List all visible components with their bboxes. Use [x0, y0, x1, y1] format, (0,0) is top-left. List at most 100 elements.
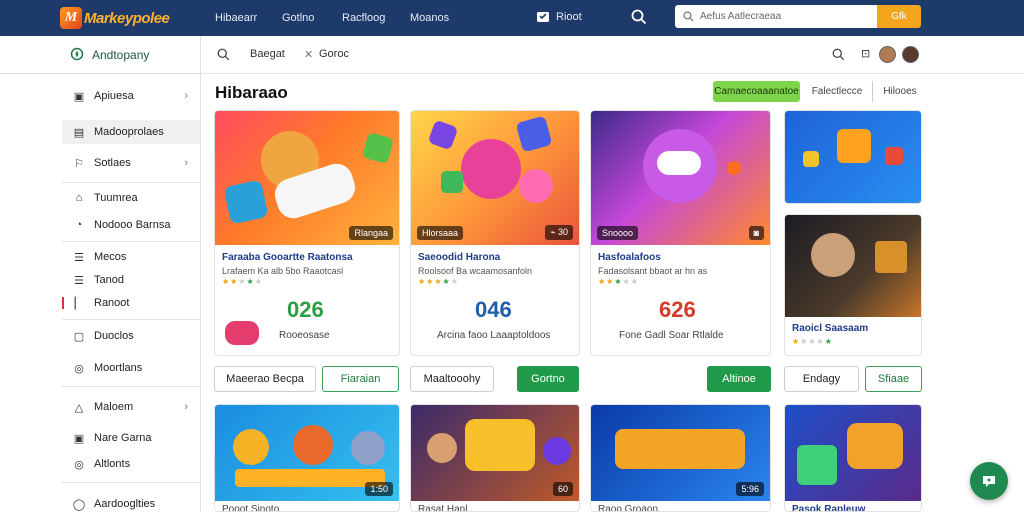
topnav-item-2[interactable]: Gotlno — [282, 12, 314, 24]
action-button-4[interactable]: Gortno — [517, 366, 579, 392]
sidebar-item-label: Altlonts — [94, 458, 131, 470]
product-thumbnail[interactable] — [785, 111, 921, 203]
sidebar-item-12[interactable]: ▣ Nare Garna — [62, 426, 200, 450]
cube-image — [885, 147, 903, 165]
action-button-7[interactable]: Sfiaae — [865, 366, 922, 392]
product-card[interactable]: 60 Rasat Hanl — [410, 404, 580, 512]
card-title[interactable]: Raoo Groaon — [598, 504, 658, 511]
game-logo-image — [847, 423, 903, 469]
filter-primary-button[interactable]: Camaecoaaanatoe — [713, 81, 800, 102]
topnav-item-1[interactable]: Hibaearr — [215, 12, 257, 24]
product-thumbnail[interactable] — [785, 405, 921, 501]
topnav-item-4[interactable]: Moanos — [410, 12, 449, 24]
product-card[interactable]: Pasok Rapleuw — [784, 404, 922, 512]
product-thumbnail[interactable]: 5:96 — [591, 405, 770, 501]
sidebar-item-13[interactable]: ◎ Altlonts — [62, 452, 200, 476]
tag-icon: ◔ — [75, 219, 83, 231]
sidebar-item-3[interactable]: ⚐ Sotlaes › — [62, 151, 200, 175]
avatar[interactable] — [902, 46, 919, 63]
sidebar-item-9[interactable]: ▢ Duoclos — [62, 324, 200, 348]
list-icon: ☰ — [74, 274, 84, 287]
sidebar-item-14[interactable]: ◯ Aardooglties — [62, 492, 200, 516]
character-image — [233, 429, 269, 465]
card-title[interactable]: Faraaba Gooartte Raatonsa — [222, 252, 353, 263]
sidebar-item-11[interactable]: △ Maloem › — [62, 395, 200, 419]
product-card[interactable]: Raoicl Saasaam ★★★★★ — [784, 214, 922, 356]
app-logo[interactable]: M Markeypolee — [60, 6, 170, 30]
product-thumbnail[interactable] — [785, 215, 921, 317]
marker-icon: ▏ — [74, 297, 84, 310]
cube-image — [797, 445, 837, 485]
cube-image — [515, 115, 553, 153]
cube-image — [427, 119, 459, 151]
close-icon[interactable]: ✕ — [304, 48, 313, 61]
breadcrumb-item-2[interactable]: Goroc — [319, 48, 349, 60]
action-button-6[interactable]: Endagy — [784, 366, 859, 392]
card-title[interactable]: Rasat Hanl — [418, 504, 467, 511]
card-tag: Snoooo — [597, 226, 639, 240]
card-title[interactable]: Raoicl Saasaam — [792, 323, 868, 334]
search-icon[interactable] — [217, 48, 230, 61]
sidebar-item-8[interactable]: ▏ Ranoot — [62, 291, 200, 315]
sidebar-item-2[interactable]: ▤ Madooprolaes — [62, 120, 200, 144]
breadcrumb-item-1[interactable]: Baegat — [250, 48, 285, 60]
card-title[interactable]: Pasok Rapleuw — [792, 504, 865, 511]
filter-secondary-button[interactable]: Falectlecce — [806, 81, 868, 102]
action-button-1[interactable]: Maeerao Becpa — [214, 366, 316, 392]
product-thumbnail[interactable]: Snoooo ◙ — [591, 111, 770, 245]
sidebar-header[interactable]: Andtopany — [0, 36, 201, 74]
product-card[interactable] — [784, 110, 922, 204]
sidebar-item-label: Apiuesa — [94, 90, 134, 102]
card-subtitle: Fadasolsant bbaot ar hn as — [598, 266, 708, 276]
sidebar-item-label: Nodooo Barnsa — [94, 219, 171, 231]
sidebar-item-5[interactable]: ◔ Nodooo Barnsa — [62, 213, 200, 237]
list-icon: ☰ — [74, 251, 84, 264]
filter-tertiary-button[interactable]: Hilooes — [872, 81, 927, 102]
sidebar-item-6[interactable]: ☰ Mecos — [62, 245, 200, 269]
sidebar-item-label: Aardooglties — [94, 498, 156, 510]
search-input[interactable]: Aefus Aatlecraeaa — [675, 5, 877, 28]
notification-icon[interactable]: ⊡ — [861, 47, 870, 60]
card-title[interactable]: Pooot Sinoto — [222, 504, 279, 511]
action-button-3[interactable]: Maaltooohy — [410, 366, 494, 392]
product-thumbnail[interactable]: Rlangaa — [215, 111, 399, 245]
action-button-5[interactable]: Altinoe — [707, 366, 771, 392]
sidebar-item-10[interactable]: ◎ Moortlans — [62, 356, 200, 380]
product-card[interactable]: 5:96 Raoo Groaon — [590, 404, 771, 512]
chevron-right-icon: › — [184, 90, 188, 102]
action-button-2[interactable]: Fiaraian — [322, 366, 399, 392]
cart-icon[interactable] — [536, 10, 550, 29]
sidebar-item-7[interactable]: ☰ Tanod — [62, 268, 200, 292]
product-thumbnail[interactable]: 60 — [411, 405, 579, 501]
product-card[interactable]: 1:50 Pooot Sinoto — [214, 404, 400, 512]
sidebar-divider — [62, 182, 200, 183]
sidebar-item-4[interactable]: ⌂ Tuumrea — [62, 186, 200, 210]
character-image — [519, 169, 553, 203]
topnav-item-3[interactable]: Racfloog — [342, 12, 385, 24]
product-card[interactable]: Hlorsaaa ⌁ 30 Saeoodid Harona Roolsoof B… — [410, 110, 580, 356]
chat-fab-button[interactable] — [970, 462, 1008, 500]
sidebar-item-label: Moortlans — [94, 362, 143, 374]
product-thumbnail[interactable]: Hlorsaaa ⌁ 30 — [411, 111, 579, 245]
product-thumbnail[interactable]: 1:50 — [215, 405, 399, 501]
card-subtitle: Roolsoof Ba wcaamosanfoln — [418, 266, 533, 276]
sidebar-item-1[interactable]: ▣ Apiuesa › — [62, 84, 200, 108]
card-title[interactable]: Hasfoalafoos — [598, 252, 661, 263]
cube-image — [837, 129, 871, 163]
avatar[interactable] — [879, 46, 896, 63]
sidebar-item-label: Ranoot — [94, 297, 130, 309]
product-card[interactable]: Rlangaa Faraaba Gooartte Raatonsa Lrafae… — [214, 110, 400, 356]
rating-stars: ★★★★★ — [222, 277, 263, 286]
product-card[interactable]: Snoooo ◙ Hasfoalafoos Fadasolsant bbaot … — [590, 110, 771, 356]
card-title[interactable]: Saeoodid Harona — [418, 252, 500, 263]
card-value: 026 — [287, 297, 324, 322]
card-subtitle: Lrafaem Ka alb 5bo Raaotcasl — [222, 266, 344, 276]
search-button[interactable]: Gfk — [877, 5, 921, 28]
camera-icon[interactable]: ◙ — [748, 226, 764, 240]
search-icon[interactable] — [631, 9, 647, 30]
cart-label[interactable]: Rioot — [556, 11, 582, 23]
search-icon[interactable] — [832, 48, 845, 61]
sidebar-item-label: Tuumrea — [94, 192, 138, 204]
sidebar-divider — [62, 386, 200, 387]
box-icon: ▣ — [73, 432, 85, 445]
